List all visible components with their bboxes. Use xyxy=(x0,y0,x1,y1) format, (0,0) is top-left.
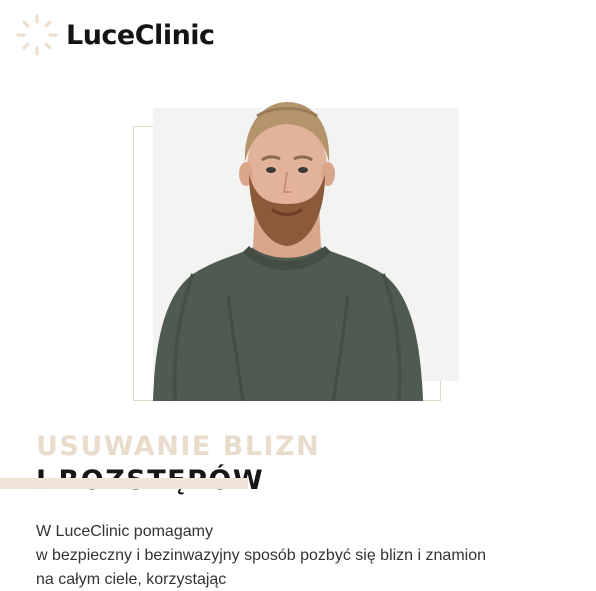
title-underline-bar xyxy=(0,478,248,489)
intro-line-2: w bezpieczny i bezinwazyjny sposób pozby… xyxy=(36,547,486,564)
intro-line-1: W LuceClinic pomagamy xyxy=(36,523,213,540)
sunburst-logo-icon xyxy=(16,14,58,56)
title-line-1: USUWANIE BLIZN xyxy=(36,431,321,462)
intro-paragraph: W LuceClinic pomagamy w bezpieczny i bez… xyxy=(36,520,486,591)
brand-name: LuceClinic xyxy=(66,19,215,51)
intro-line-3: na całym ciele, korzystając xyxy=(36,571,227,588)
man-portrait-photo xyxy=(153,102,423,401)
brand-logo[interactable]: LuceClinic xyxy=(14,12,215,58)
